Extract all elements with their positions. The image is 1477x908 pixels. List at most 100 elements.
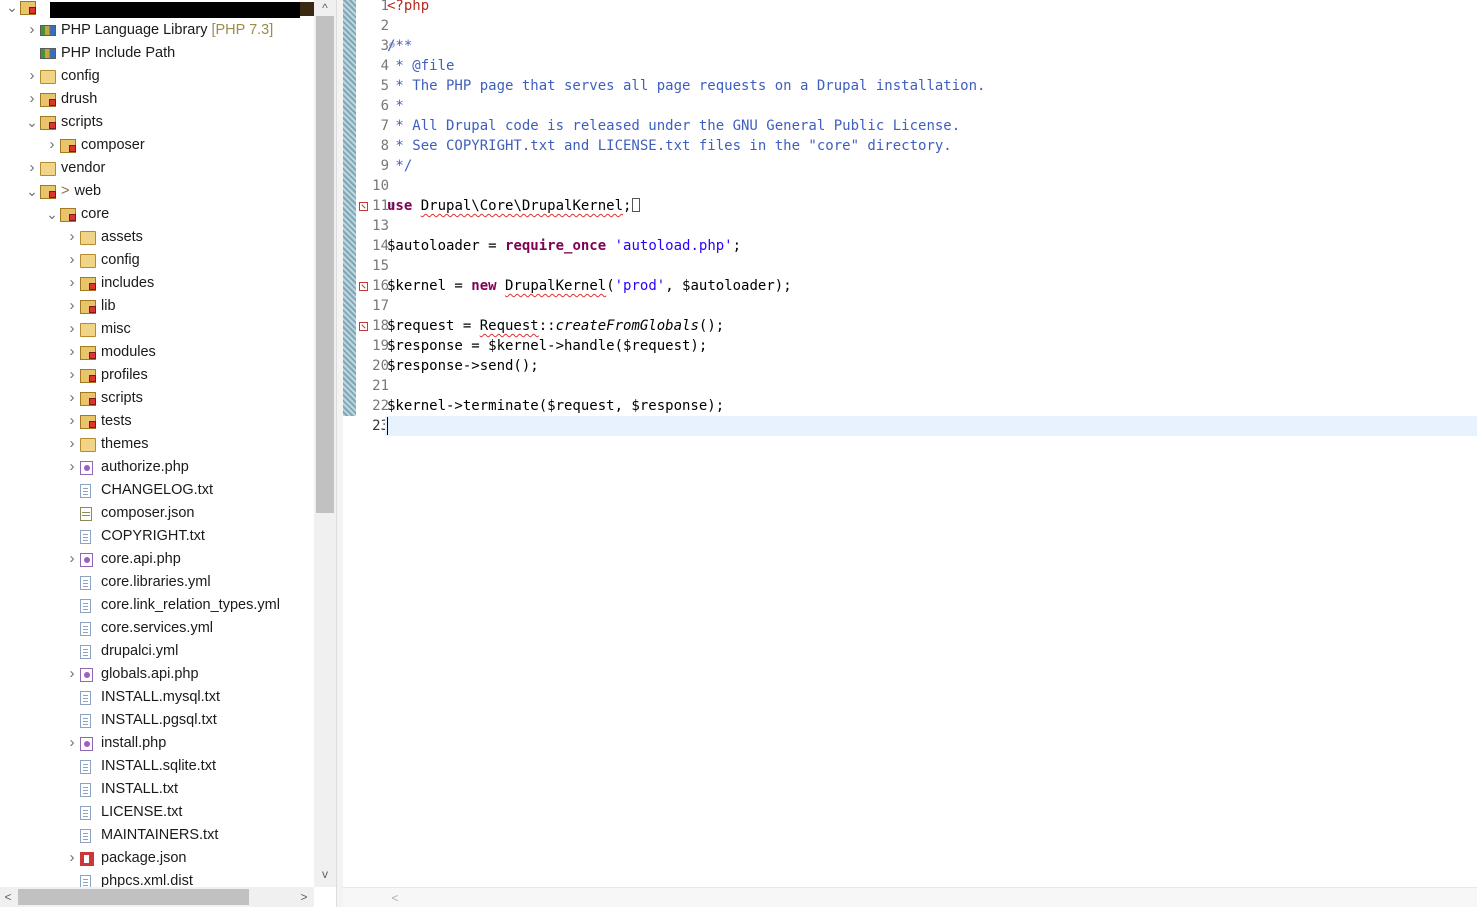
chevron-right-icon[interactable]: › <box>66 456 78 479</box>
chevron-right-icon[interactable]: › <box>26 19 38 42</box>
scroll-left-icon[interactable]: < <box>0 887 16 907</box>
code-area[interactable]: <?php /** * @file * The PHP page that ser… <box>385 0 1477 887</box>
tree-item[interactable]: › lib <box>0 295 314 318</box>
chevron-right-icon[interactable]: › <box>66 548 78 571</box>
chevron-down-icon[interactable]: ⌄ <box>26 111 38 134</box>
tree-item[interactable]: ⌄ core <box>0 203 314 226</box>
tree-item[interactable]: INSTALL.pgsql.txt <box>0 709 314 732</box>
chevron-right-icon[interactable]: › <box>66 364 78 387</box>
tree-item[interactable]: › package.json <box>0 847 314 870</box>
tree-item[interactable]: › authorize.php <box>0 456 314 479</box>
chevron-right-icon[interactable]: › <box>26 157 38 180</box>
code-editor[interactable]: 1 2 3 ⊖ 4 5 6 7 8 9 10 11 ⊕ 13 14 15 16 17 18 19 20 21 22 23 <?… <box>343 0 1477 907</box>
editor-horizontal-scrollbar[interactable]: < <box>343 887 1477 907</box>
chevron-right-icon[interactable]: › <box>66 249 78 272</box>
npm-icon <box>80 852 94 866</box>
tree-item[interactable]: › globals.api.php <box>0 663 314 686</box>
tree-item-text: composer <box>81 137 145 153</box>
tree-item-text: LICENSE.txt <box>101 804 183 820</box>
explorer-horizontal-scrollbar[interactable]: < > <box>0 887 314 907</box>
tree-item[interactable]: ⌄ scripts <box>0 111 314 134</box>
tree-item[interactable]: COPYRIGHT.txt <box>0 525 314 548</box>
chevron-right-icon[interactable]: › <box>66 410 78 433</box>
tree-item[interactable]: core.services.yml <box>0 617 314 640</box>
chevron-down-icon[interactable]: ⌄ <box>46 203 58 226</box>
tree-item[interactable]: CHANGELOG.txt <box>0 479 314 502</box>
chevron-right-icon[interactable]: › <box>66 341 78 364</box>
line-number-gutter: 1 2 3 ⊖ 4 5 6 7 8 9 10 11 ⊕ 13 14 15 16 17 18 19 20 21 22 23 <box>356 0 395 887</box>
explorer-vertical-scrollbar[interactable]: ^ v <box>314 0 336 887</box>
tree-item[interactable]: ⌄ > web <box>0 180 314 203</box>
tree-item[interactable]: PHP Include Path <box>0 42 314 65</box>
tree-item[interactable]: INSTALL.txt <box>0 778 314 801</box>
tree-item[interactable]: › assets <box>0 226 314 249</box>
chevron-right-icon[interactable]: › <box>66 387 78 410</box>
tree-item[interactable]: drupalci.yml <box>0 640 314 663</box>
folder-icon <box>80 254 96 268</box>
tree-item[interactable]: phpcs.xml.dist <box>0 870 314 887</box>
tree-item[interactable]: › scripts <box>0 387 314 410</box>
code-line: $kernel->terminate($request, $response); <box>387 396 724 416</box>
tree-item-text: INSTALL.pgsql.txt <box>101 712 217 728</box>
error-marker-icon[interactable] <box>359 282 368 291</box>
tree-item[interactable]: › includes <box>0 272 314 295</box>
tree-item-text: authorize.php <box>101 459 189 475</box>
tree-item[interactable]: core.link_relation_types.yml <box>0 594 314 617</box>
pane-splitter[interactable] <box>336 0 343 907</box>
tree-item[interactable]: › core.api.php <box>0 548 314 571</box>
tree-item[interactable]: › install.php <box>0 732 314 755</box>
chevron-right-icon[interactable]: › <box>66 732 78 755</box>
chevron-right-icon[interactable]: › <box>46 134 58 157</box>
code-token: ; <box>623 198 632 214</box>
tree-item[interactable]: LICENSE.txt <box>0 801 314 824</box>
chevron-right-icon[interactable]: › <box>66 847 78 870</box>
scroll-left-icon[interactable]: < <box>387 888 403 908</box>
tree-item-label: drush <box>61 88 97 111</box>
chevron-right-icon[interactable]: › <box>66 318 78 341</box>
text-file-icon <box>80 599 91 613</box>
tree-item[interactable]: INSTALL.sqlite.txt <box>0 755 314 778</box>
tree-item[interactable]: › drush <box>0 88 314 111</box>
change-ruler <box>343 0 356 416</box>
tree-item-text: assets <box>101 229 143 245</box>
tree-item[interactable]: › modules <box>0 341 314 364</box>
error-marker-icon[interactable] <box>359 202 368 211</box>
chevron-right-icon[interactable]: › <box>26 65 38 88</box>
tree-item[interactable]: INSTALL.mysql.txt <box>0 686 314 709</box>
package-folder-icon <box>40 93 56 107</box>
tree-item[interactable]: › profiles <box>0 364 314 387</box>
tree-item[interactable]: › composer <box>0 134 314 157</box>
tree-item-text: tests <box>101 413 132 429</box>
tree-item-text: COPYRIGHT.txt <box>101 528 205 544</box>
chevron-down-icon[interactable]: ⌄ <box>6 0 18 19</box>
chevron-down-icon[interactable]: ⌄ <box>26 180 38 203</box>
scroll-right-icon[interactable]: > <box>296 887 312 907</box>
scrollbar-thumb[interactable] <box>18 889 249 905</box>
chevron-right-icon[interactable]: › <box>66 663 78 686</box>
tree-item[interactable]: › config <box>0 65 314 88</box>
tree-item[interactable]: › config <box>0 249 314 272</box>
scrollbar-thumb[interactable] <box>316 16 334 513</box>
tree-item[interactable]: › vendor <box>0 157 314 180</box>
tree-item[interactable]: › PHP Language Library [PHP 7.3] <box>0 19 314 42</box>
tree-item[interactable]: › tests <box>0 410 314 433</box>
tree-item[interactable]: core.libraries.yml <box>0 571 314 594</box>
chevron-right-icon[interactable]: › <box>66 295 78 318</box>
tree-item-text: install.php <box>101 735 167 751</box>
chevron-right-icon[interactable]: › <box>26 88 38 111</box>
text-file-icon <box>80 760 91 774</box>
code-token: */ <box>387 158 413 174</box>
tree-item-text: composer.json <box>101 505 195 521</box>
error-marker-icon[interactable] <box>359 322 368 331</box>
tree-item[interactable]: composer.json <box>0 502 314 525</box>
text-file-icon <box>80 691 91 705</box>
scroll-up-icon[interactable]: ^ <box>314 0 336 16</box>
tree-item[interactable]: › misc <box>0 318 314 341</box>
text-file-icon <box>80 622 91 636</box>
chevron-right-icon[interactable]: › <box>66 433 78 456</box>
tree-item[interactable]: › themes <box>0 433 314 456</box>
chevron-right-icon[interactable]: › <box>66 272 78 295</box>
chevron-right-icon[interactable]: › <box>66 226 78 249</box>
tree-item[interactable]: MAINTAINERS.txt <box>0 824 314 847</box>
scroll-down-icon[interactable]: v <box>314 866 336 882</box>
